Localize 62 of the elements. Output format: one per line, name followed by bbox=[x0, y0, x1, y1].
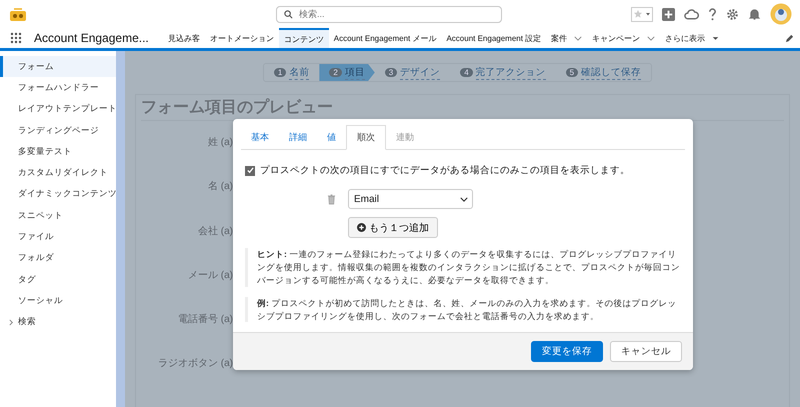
star-icon bbox=[633, 9, 643, 19]
dialog-tab[interactable]: 値 bbox=[317, 125, 346, 150]
nav-tab[interactable]: 案件 bbox=[546, 28, 588, 48]
avatar-icon[interactable] bbox=[770, 3, 792, 25]
dialog-tab[interactable]: 順次 bbox=[346, 125, 386, 150]
caret-icon bbox=[712, 36, 720, 40]
save-button[interactable]: 変更を保存 bbox=[531, 341, 603, 362]
field-select[interactable]: Email bbox=[348, 189, 473, 209]
cancel-button[interactable]: キャンセル bbox=[610, 341, 682, 362]
sidebar-item[interactable]: ダイナミックコンテンツ bbox=[0, 184, 116, 206]
sidebar-item[interactable]: ファイル bbox=[0, 226, 116, 248]
help-icon[interactable] bbox=[708, 8, 717, 20]
nav-tab[interactable]: 見込み客 bbox=[162, 28, 205, 48]
nav-tab[interactable]: コンテンツ bbox=[278, 28, 329, 48]
sidebar-item[interactable]: タグ bbox=[0, 268, 116, 290]
pencil-icon[interactable] bbox=[785, 34, 794, 42]
chevron-right-icon bbox=[9, 318, 14, 326]
plus-icon[interactable] bbox=[662, 8, 675, 20]
field-label: ラジオボタン (a) bbox=[157, 357, 233, 372]
field-label: 名 (a) bbox=[207, 180, 233, 194]
nav-tab[interactable]: Account Engagement メール bbox=[328, 28, 442, 48]
checkbox[interactable] bbox=[245, 166, 255, 176]
step-tab[interactable]: 2 項目 bbox=[319, 64, 375, 81]
chevron-down-icon bbox=[460, 196, 468, 202]
bell-icon[interactable] bbox=[748, 8, 761, 20]
example-text: 例: プロスペクトが初めて訪問したときは、名、姓、メールのみの入力を求めます。その後はプログレッシブプロファイリングを使用し、次のフォームで会社と電話番号の入力を求めます。 bbox=[245, 296, 681, 322]
sidebar-item[interactable]: フォームハンドラー bbox=[0, 77, 116, 99]
dialog-tab[interactable]: 基本 bbox=[241, 125, 279, 150]
nav-tab[interactable]: オートメーション bbox=[204, 28, 279, 48]
nav-tab[interactable]: Account Engagement 設定 bbox=[441, 28, 546, 48]
step-tab[interactable]: 1 名前 bbox=[264, 64, 320, 81]
sidebar-item[interactable]: 多変量テスト bbox=[0, 141, 116, 162]
field-label: メール (a) bbox=[187, 268, 233, 283]
sidebar-item[interactable]: カスタムリダイレクト bbox=[0, 162, 116, 184]
step-tab[interactable]: 3 デザイン bbox=[374, 64, 450, 81]
app-launcher-icon[interactable] bbox=[10, 32, 22, 44]
chevron-down-icon bbox=[574, 36, 582, 40]
cloud-icon[interactable] bbox=[684, 8, 699, 20]
sidebar-item[interactable]: ソーシャル bbox=[0, 290, 116, 312]
nav-tab[interactable]: さらに表示 bbox=[660, 28, 724, 48]
field-label: 姓 (a) bbox=[207, 136, 233, 150]
chevron-down-icon bbox=[647, 36, 656, 40]
sidebar-item[interactable]: フォーム bbox=[0, 56, 116, 78]
caret-icon bbox=[645, 11, 651, 17]
plus-circle-icon bbox=[357, 223, 366, 232]
sidebar-item[interactable]: フォルダ bbox=[0, 248, 116, 269]
sidebar-item[interactable]: レイアウトテンプレート bbox=[0, 98, 116, 120]
sidebar-item[interactable]: 検索 bbox=[0, 312, 116, 333]
app-name: Account Engageme... bbox=[34, 31, 149, 45]
step-tab[interactable]: 5 確認して保存 bbox=[556, 64, 652, 81]
sidebar-item[interactable]: スニペット bbox=[0, 205, 116, 226]
field-label: 会社 (a) bbox=[197, 224, 233, 239]
hint-text: ヒント: 一連のフォーム登録にわたってより多くのデータを収集するには、プログレッシブプロファイリングを使用します。情報収集の範囲を複数のインタラクションに拡げることで、プロスペクトが毎回コンバージョンする可能性が高くなるうえに、必要なデータを取得できます。 bbox=[245, 248, 681, 287]
nav-tab[interactable]: キャンペーン bbox=[587, 28, 660, 48]
add-another-button[interactable]: もう１つ追加 bbox=[348, 217, 438, 238]
dialog-tab[interactable]: 詳細 bbox=[279, 125, 317, 150]
field-label: 電話番号 (a) bbox=[177, 312, 233, 328]
checkbox-label: プロスペクトの次の項目にすでにデータがある場合にのみこの項目を表示します。 bbox=[260, 164, 630, 177]
search-field[interactable]: 検索... bbox=[276, 6, 502, 22]
settings-icon[interactable] bbox=[726, 8, 739, 20]
step-tab[interactable]: 4 完了アクション bbox=[450, 64, 556, 81]
sidebar-item[interactable]: ランディングページ bbox=[0, 120, 116, 142]
